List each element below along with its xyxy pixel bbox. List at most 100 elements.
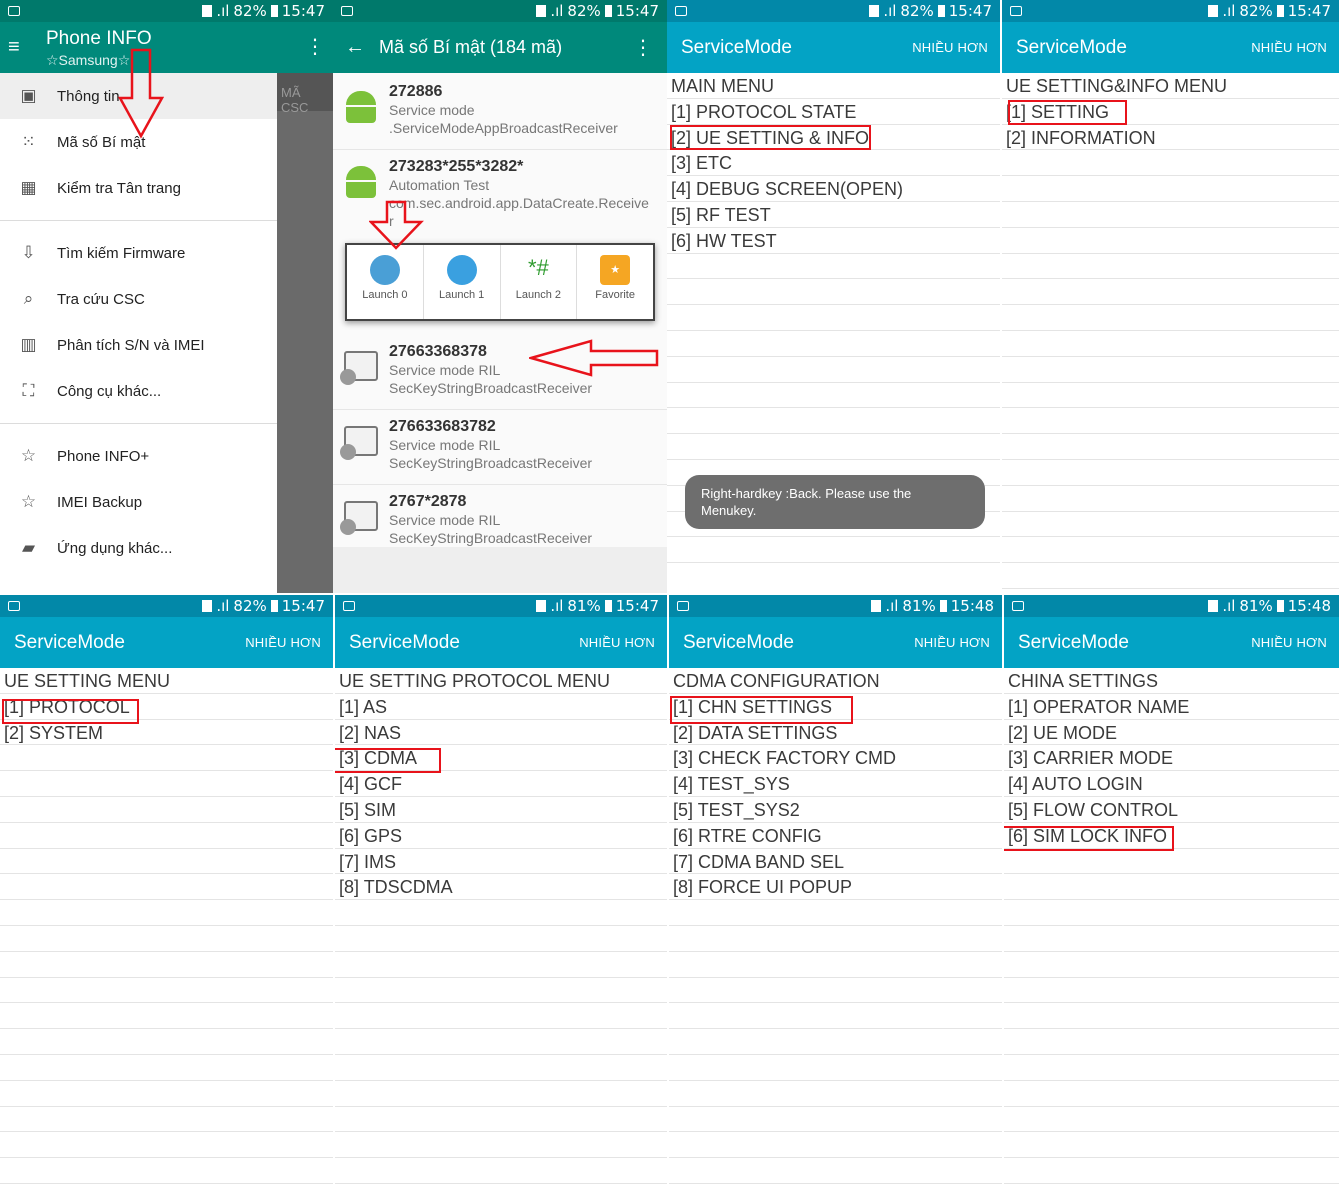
menu-item[interactable]: [4] TEST_SYS [669,771,1002,797]
more-button[interactable]: NHIỀU HƠN [1251,635,1339,650]
download-icon: ⇩ [21,243,36,262]
code-receiver-wrap: r [389,213,394,229]
status-bar: .ıl 81% 15:48 [669,595,1002,617]
launch-2-button[interactable]: *# Launch 2 [501,245,578,319]
drawer-item-firmware[interactable]: ⇩ Tìm kiếm Firmware [0,230,277,276]
overflow-icon[interactable]: ⋮ [305,34,325,59]
launch-icon [369,255,400,285]
drawer-item-plus[interactable]: ☆ Phone INFO+ [0,433,277,479]
empty-row [667,408,1000,435]
drawer-item-imei[interactable]: ▥ Phân tích S/N và IMEI [0,322,277,368]
menu-item[interactable]: [4] DEBUG SCREEN(OPEN) [667,176,1000,202]
screenshot-icon [8,6,20,16]
empty-row [669,1107,1002,1133]
more-button[interactable]: NHIỀU HƠN [245,635,333,650]
app-title: ServiceMode [1016,36,1127,58]
empty-row [0,926,333,952]
divider [0,220,277,221]
drawer-label: Ứng dụng khác... [57,539,173,557]
menu-item[interactable]: [5] RF TEST [667,202,1000,228]
menu-item[interactable]: [1] AS [335,694,667,720]
empty-row [0,1055,333,1081]
favorite-button[interactable]: ★ Favorite [577,245,653,319]
code-receiver: .ServiceModeAppBroadcastReceiver [389,120,618,136]
menu-item[interactable]: [2] UE MODE [1004,720,1339,746]
sim-icon [536,5,547,17]
status-bar: .ıl 82% 15:47 [333,0,667,22]
launch-0-button[interactable]: Launch 0 [347,245,424,319]
menu-heading: UE SETTING&INFO MENU [1002,73,1339,99]
menu-item[interactable]: [5] FLOW CONTROL [1004,797,1339,823]
more-button[interactable]: NHIỀU HƠN [912,40,1000,55]
signal-icon: .ıl [550,597,564,615]
screenshot-icon [677,601,689,611]
menu-item[interactable]: [2] NAS [335,720,667,746]
behind-tab: MÃ CSC [277,73,333,115]
code-number: 2767*2878 [389,493,467,510]
screenshot-icon [1010,6,1022,16]
page-title: Mã số Bí mật (184 mã) [379,37,563,57]
menu-item[interactable]: [5] SIM [335,797,667,823]
menu-item[interactable]: [5] TEST_SYS2 [669,797,1002,823]
menu-item[interactable]: [6] HW TEST [667,228,1000,254]
signal-icon: .ıl [216,2,230,20]
empty-row [1002,150,1339,177]
signal-icon: .ıl [883,2,897,20]
menu-item[interactable]: [6] RTRE CONFIG [669,823,1002,849]
protocol-panel: .ıl 81% 15:47 ServiceMode NHIỀU HƠN UE SETT… [335,595,667,1200]
list-item[interactable]: 276633683782 Service mode RIL SecKeyString… [333,410,667,485]
barcode-icon: ▥ [20,335,37,354]
menu-item[interactable]: [1] PROTOCOL STATE [667,99,1000,125]
launch-1-button[interactable]: Launch 1 [424,245,501,319]
overflow-icon[interactable]: ⋮ [633,35,667,60]
empty-row [669,1003,1002,1030]
empty-row [0,900,333,926]
service-card-icon [340,426,378,460]
drawer-item-csc[interactable]: ⌕ Tra cứu CSC [0,276,277,322]
list-item[interactable]: 2767*2878 Service mode RIL SecKeyStringBro… [333,485,667,547]
menu-item[interactable]: [4] GCF [335,771,667,797]
drawer-item-apps[interactable]: ▰ Ứng dụng khác... [0,525,277,571]
menu-item[interactable]: [4] AUTO LOGIN [1004,771,1339,797]
empty-row [1002,486,1339,512]
hamburger-icon[interactable]: ≡ [8,36,20,59]
empty-row [669,1055,1002,1081]
empty-row [667,305,1000,331]
more-button[interactable]: NHIỀU HƠN [914,635,1002,650]
app-title: ServiceMode [14,631,125,653]
drawer-label: Tìm kiếm Firmware [57,244,186,262]
more-button[interactable]: NHIỀU HƠN [579,635,667,650]
menu-item[interactable]: [6] GPS [335,823,667,849]
menu-item[interactable]: [3] CARRIER MODE [1004,745,1339,772]
menu-item[interactable]: [3] ETC [667,150,1000,177]
empty-row [335,900,667,926]
drawer-item-tools[interactable]: ⛶ Công cụ khác... [0,368,277,414]
drawer-item-backup[interactable]: ☆ IMEI Backup [0,479,277,525]
list-item[interactable]: 272886 Service mode .ServiceModeAppBroadca… [333,75,667,150]
empty-row [667,357,1000,383]
empty-row [1004,1003,1339,1030]
empty-row [1004,952,1339,978]
back-arrow-icon[interactable]: ← [333,36,379,59]
menu-list: UE SETTING PROTOCOL MENU [1] AS [2] NAS … [335,668,667,1184]
drawer-item-refurb[interactable]: ▦ Kiểm tra Tân trang [0,165,277,211]
empty-row [669,1132,1002,1159]
empty-row [669,1158,1002,1184]
menu-item[interactable]: [1] OPERATOR NAME [1004,694,1339,720]
empty-row [0,1132,333,1159]
empty-row [0,771,333,797]
status-bar: .ıl 81% 15:48 [1004,595,1339,617]
menu-item[interactable]: [7] CDMA BAND SEL [669,849,1002,875]
empty-row [1004,900,1339,926]
sim-icon [202,600,213,612]
empty-area [333,547,667,593]
empty-row [1002,331,1339,357]
menu-item[interactable]: [3] CHECK FACTORY CMD [669,745,1002,772]
empty-row [0,952,333,978]
menu-item[interactable]: [8] FORCE UI POPUP [669,874,1002,901]
service-card-icon [340,501,378,535]
menu-item[interactable]: [8] TDSCDMA [335,874,667,901]
more-button[interactable]: NHIỀU HƠN [1251,40,1339,55]
menu-item[interactable]: [7] IMS [335,849,667,875]
menu-item[interactable]: [2] INFORMATION [1002,125,1339,151]
